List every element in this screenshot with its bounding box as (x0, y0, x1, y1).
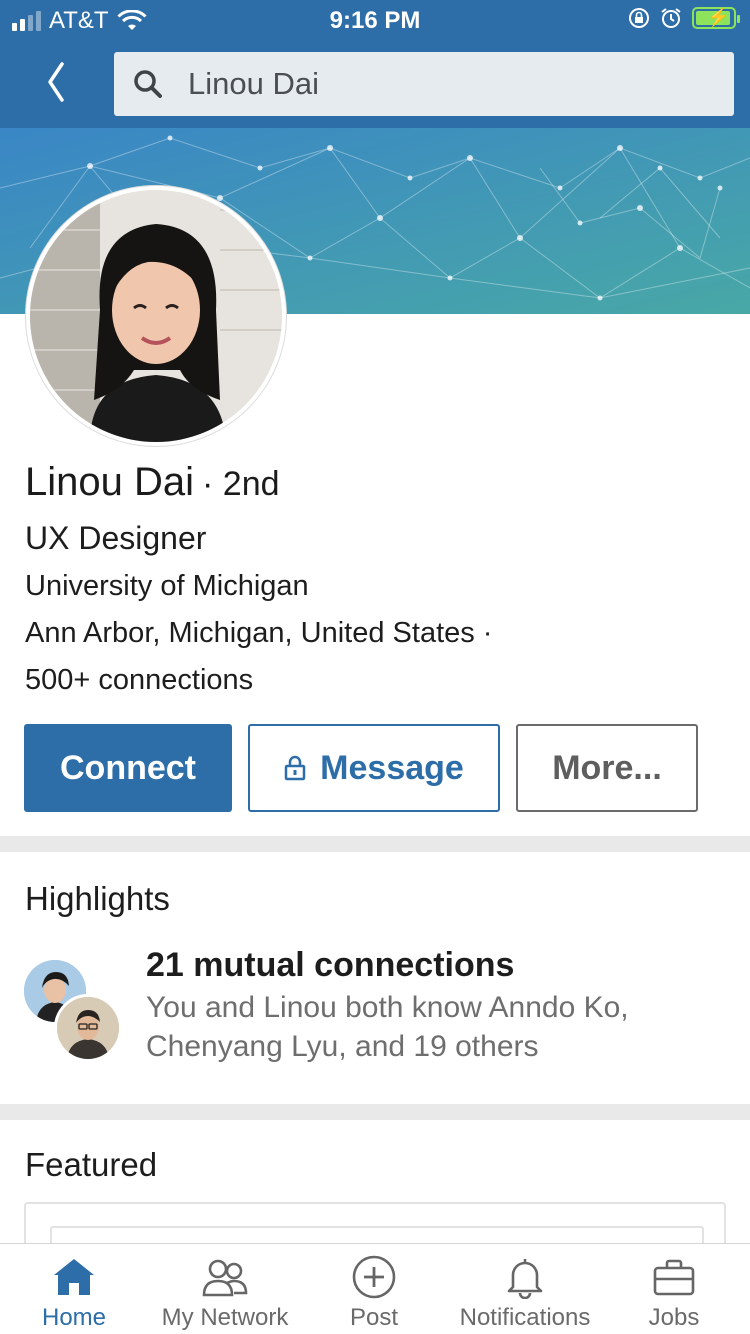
nav-post[interactable]: Post (314, 1244, 434, 1334)
highlights-section: Highlights 21 mutual connections You and… (0, 852, 750, 1104)
mutual-avatar-2 (54, 994, 122, 1062)
battery-icon: ⚡ (692, 7, 740, 29)
profile-name-line: Linou Dai · 2nd (25, 460, 280, 505)
back-button[interactable] (38, 58, 78, 108)
lock-icon (284, 755, 306, 781)
message-button[interactable]: Message (248, 724, 500, 812)
connections-count[interactable]: 500+ connections (25, 664, 253, 697)
nav-home[interactable]: Home (14, 1244, 134, 1334)
nav-my-network-label: My Network (161, 1304, 289, 1331)
profile-headline: UX Designer (25, 520, 207, 556)
top-bar: AT&T 9:16 PM ⚡ Linou Dai (0, 0, 750, 128)
alarm-icon (661, 8, 681, 28)
profile-name: Linou Dai (25, 460, 195, 504)
nav-notifications-label: Notifications (459, 1304, 591, 1331)
nav-post-label: Post (349, 1304, 399, 1331)
post-icon (352, 1255, 396, 1299)
featured-title: Featured (25, 1146, 158, 1183)
chevron-left-icon (48, 62, 64, 102)
nav-notifications[interactable]: Notifications (446, 1244, 604, 1334)
highlights-title: Highlights (25, 880, 170, 917)
nav-my-network[interactable]: My Network (150, 1244, 300, 1334)
search-input[interactable]: Linou Dai (114, 52, 734, 116)
connect-button[interactable]: Connect (24, 724, 232, 812)
status-right: ⚡ (628, 7, 740, 29)
profile-location: Ann Arbor, Michigan, United States · (25, 617, 493, 649)
bell-icon (507, 1259, 543, 1299)
profile-card: Linou Dai · 2nd UX Designer University o… (0, 128, 750, 836)
more-button[interactable]: More... (516, 724, 698, 812)
connection-degree: · 2nd (202, 465, 280, 503)
bottom-nav: Home My Network Post Notifications Jobs (0, 1243, 750, 1334)
mutual-avatars[interactable] (24, 960, 124, 1062)
nav-home-label: Home (41, 1304, 107, 1331)
nav-jobs-label: Jobs (648, 1304, 700, 1331)
status-bar: AT&T 9:16 PM ⚡ (0, 0, 750, 40)
rotation-lock-icon (629, 8, 649, 28)
profile-avatar[interactable] (26, 186, 286, 446)
home-icon (54, 1259, 94, 1295)
network-icon (202, 1259, 248, 1297)
profile-school[interactable]: University of Michigan (25, 570, 309, 603)
connect-label: Connect (60, 748, 196, 787)
mutual-connections-desc: You and Linou both know Anndo Ko, Chenya… (146, 991, 629, 1063)
message-label: Message (320, 748, 464, 787)
search-value: Linou Dai (188, 66, 319, 101)
nav-jobs[interactable]: Jobs (614, 1244, 734, 1334)
more-label: More... (552, 748, 662, 787)
mutual-connections-title[interactable]: 21 mutual connections (146, 946, 514, 985)
search-icon (134, 70, 162, 98)
briefcase-icon (653, 1259, 695, 1296)
